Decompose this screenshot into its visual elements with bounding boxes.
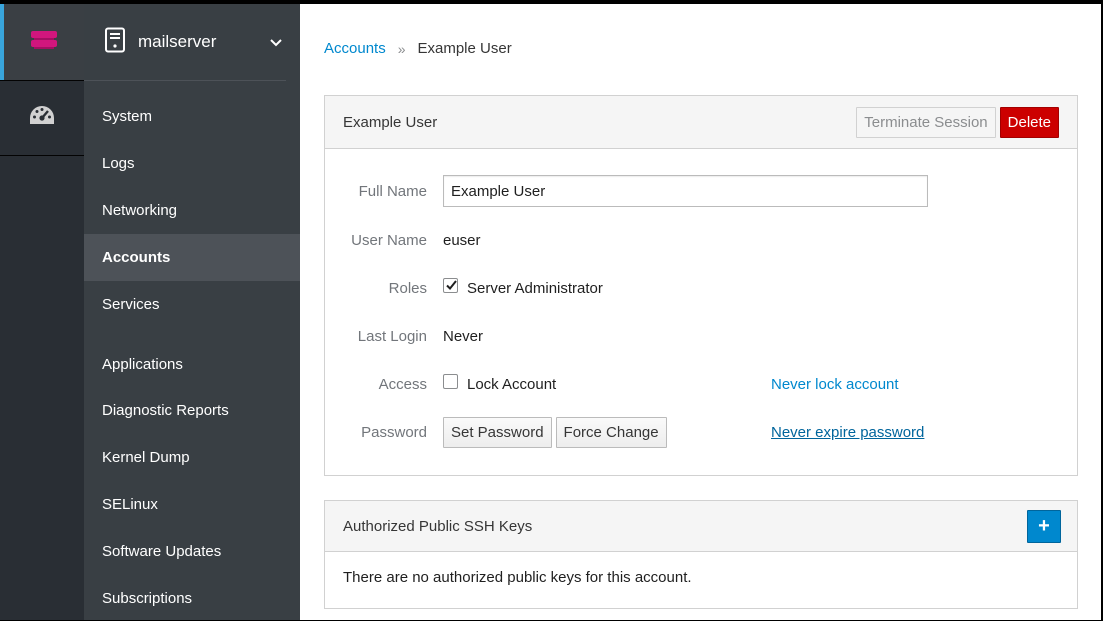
add-ssh-key-button[interactable]: + bbox=[1027, 509, 1061, 543]
host-divider bbox=[84, 80, 286, 81]
password-actions: Set Password Force Change bbox=[443, 416, 667, 448]
sidebar-item-system[interactable]: System bbox=[84, 93, 300, 140]
delete-button[interactable]: Delete bbox=[999, 106, 1059, 138]
sidebar: mailserver System Logs Networking Accoun… bbox=[84, 4, 300, 620]
ssh-keys-panel-header: Authorized Public SSH Keys + bbox=[325, 501, 1077, 552]
app-frame: mailserver System Logs Networking Accoun… bbox=[0, 4, 1101, 620]
host-name: mailserver bbox=[138, 32, 217, 51]
left-rail bbox=[0, 4, 84, 620]
roles-label: Roles bbox=[388, 279, 427, 297]
checkmark-icon bbox=[446, 279, 457, 290]
main-content: Accounts » Example User Example User Ter… bbox=[300, 4, 1101, 620]
user-name-label: User Name bbox=[351, 231, 427, 249]
host-switcher[interactable]: mailserver bbox=[84, 4, 300, 80]
sidebar-item-label: Diagnostic Reports bbox=[102, 402, 229, 419]
sidebar-item-label: Services bbox=[102, 296, 160, 313]
ssh-keys-panel: Authorized Public SSH Keys + There are n… bbox=[324, 500, 1078, 609]
dashboard-gauge-icon bbox=[28, 104, 56, 132]
rail-dashboard-button[interactable] bbox=[0, 80, 84, 156]
password-row: Password Set Password Force Change Never… bbox=[325, 416, 1077, 448]
plus-icon: + bbox=[1038, 514, 1050, 537]
lock-account-checkbox[interactable] bbox=[443, 373, 458, 389]
sidebar-item-logs[interactable]: Logs bbox=[84, 140, 300, 187]
breadcrumb-accounts-link[interactable]: Accounts bbox=[324, 40, 386, 57]
breadcrumb: Accounts » Example User bbox=[324, 40, 512, 57]
sidebar-item-label: SELinux bbox=[102, 496, 158, 513]
rail-host-button[interactable] bbox=[0, 4, 84, 80]
terminate-session-button[interactable]: Terminate Session bbox=[856, 106, 996, 138]
lock-account-value: Lock Account bbox=[443, 373, 557, 393]
password-label: Password bbox=[361, 423, 427, 441]
user-name-value: euser bbox=[443, 231, 481, 249]
full-name-label: Full Name bbox=[358, 182, 427, 200]
user-name-row: User Name euser bbox=[325, 224, 1077, 256]
sidebar-item-label: Logs bbox=[102, 155, 135, 172]
sidebar-item-kernel-dump[interactable]: Kernel Dump bbox=[84, 434, 300, 481]
ssh-keys-empty-message: There are no authorized public keys for … bbox=[343, 569, 692, 586]
full-name-row: Full Name bbox=[325, 175, 1077, 207]
sidebar-item-applications[interactable]: Applications bbox=[84, 341, 300, 388]
server-admin-label: Server Administrator bbox=[467, 279, 603, 297]
breadcrumb-current: Example User bbox=[417, 40, 512, 57]
last-login-label: Last Login bbox=[357, 327, 427, 345]
sidebar-item-label: Kernel Dump bbox=[102, 449, 190, 466]
server-admin-checkbox[interactable] bbox=[443, 277, 458, 293]
access-label: Access bbox=[378, 375, 427, 393]
roles-row: Roles Server Administrator bbox=[325, 272, 1077, 304]
sidebar-item-label: Software Updates bbox=[102, 543, 222, 560]
sidebar-item-diagnostic-reports[interactable]: Diagnostic Reports bbox=[84, 387, 300, 434]
sidebar-item-software-updates[interactable]: Software Updates bbox=[84, 528, 300, 575]
sidebar-item-networking[interactable]: Networking bbox=[84, 187, 300, 234]
roles-value: Server Administrator bbox=[443, 277, 603, 297]
account-panel-header: Example User Terminate Session Delete bbox=[325, 96, 1077, 149]
account-panel-title: Example User bbox=[343, 113, 438, 131]
sidebar-item-label: System bbox=[102, 108, 153, 125]
ssh-keys-panel-title: Authorized Public SSH Keys bbox=[343, 517, 533, 535]
sidebar-item-subscriptions[interactable]: Subscriptions bbox=[84, 575, 300, 620]
account-panel: Example User Terminate Session Delete Fu… bbox=[324, 95, 1078, 476]
sidebar-item-services[interactable]: Services bbox=[84, 281, 300, 328]
sidebar-item-label: Networking bbox=[102, 202, 178, 219]
sidebar-item-label: Accounts bbox=[102, 249, 171, 266]
never-lock-account-link[interactable]: Never lock account bbox=[771, 376, 899, 393]
never-expire-password-link[interactable]: Never expire password bbox=[771, 424, 924, 441]
last-login-value: Never bbox=[443, 327, 484, 345]
set-password-button[interactable]: Set Password bbox=[443, 416, 552, 448]
access-row: Access Lock Account Never lock account bbox=[325, 368, 1077, 400]
chevron-down-icon bbox=[270, 34, 282, 51]
lock-account-label: Lock Account bbox=[467, 375, 557, 393]
force-change-button[interactable]: Force Change bbox=[555, 416, 667, 448]
sidebar-item-accounts[interactable]: Accounts bbox=[84, 234, 300, 281]
full-name-field[interactable] bbox=[443, 175, 928, 207]
sidebar-item-label: Applications bbox=[102, 356, 183, 373]
breadcrumb-separator: » bbox=[397, 40, 406, 57]
last-login-row: Last Login Never bbox=[325, 320, 1077, 352]
sidebar-item-selinux[interactable]: SELinux bbox=[84, 481, 300, 528]
sidebar-item-label: Subscriptions bbox=[102, 590, 193, 607]
server-icon bbox=[104, 27, 126, 57]
server-stack-icon bbox=[30, 29, 58, 55]
